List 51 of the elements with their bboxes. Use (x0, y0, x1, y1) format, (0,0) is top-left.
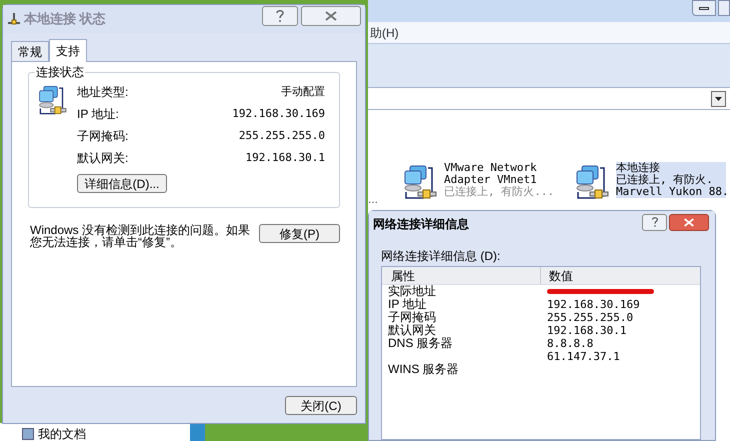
field-label: 默认网关: (77, 150, 128, 167)
table-cell-text: 子网掩码 (387, 311, 437, 324)
help-icon (275, 9, 285, 23)
table-cell-text: 192.168.30.169 (546, 298, 641, 311)
help-button[interactable] (262, 6, 298, 26)
table-cell-text: 255.255.255.0 (546, 311, 634, 324)
table-cell-text: 8.8.8.8 (546, 337, 594, 350)
close-icon (683, 218, 695, 226)
table-cell-text: IP 地址 (387, 298, 428, 311)
field-value: 255.255.255.0 (238, 128, 325, 144)
field-value: 192.168.30.1 (246, 150, 325, 166)
panel-strip (190, 423, 205, 441)
help-icon (650, 216, 658, 228)
dropdown-button[interactable] (711, 90, 726, 106)
table-cell-text: 192.168.30.1 (546, 324, 628, 337)
group-title: 连接状态 (35, 64, 85, 80)
tab[interactable]: 支持 (49, 39, 87, 62)
table-cell-text: WINS 服务器 (387, 363, 460, 376)
field-label: 子网掩码: (77, 128, 128, 145)
column-header[interactable]: 属性 (382, 267, 541, 284)
dialog-title: 本地连接 状态 (24, 10, 107, 28)
task-item[interactable]: 我的文档 (38, 427, 86, 441)
close-button[interactable] (301, 6, 361, 26)
status-message: Windows 没有检测到此连接的问题。如果您无法连接，请单击“修复”。 (30, 224, 252, 248)
repair-button[interactable]: 修复(P) (259, 224, 340, 243)
tab[interactable]: 常规 (11, 41, 49, 61)
document-icon (22, 428, 34, 440)
field-label: 地址类型: (77, 84, 128, 101)
close-button[interactable] (669, 214, 709, 230)
maximize-button[interactable] (718, 0, 730, 16)
connection-item[interactable]: 本地连接 已连接上, 有防火. Marvell Yukon 88. (616, 162, 726, 198)
menu-item[interactable]: 助(H) (370, 24, 399, 42)
close-icon (324, 11, 338, 21)
table-cell-text: 实际地址 (387, 285, 437, 298)
table-cell-text: 61.147.37.1 (546, 350, 621, 363)
help-button[interactable] (642, 214, 667, 230)
table-cell-text: 默认网关 (387, 324, 437, 337)
dialog-title: 网络连接详细信息 (373, 216, 470, 233)
connection-item[interactable]: VMware Network Adapter VMnet1 已连接上, 有防火... (444, 162, 564, 198)
caret-icon (715, 96, 722, 100)
minimize-button[interactable] (692, 0, 716, 16)
truncated-text: ... (368, 191, 380, 208)
table-cell-text: DNS 服务器 (387, 337, 454, 350)
network-icon (7, 13, 21, 25)
details-button[interactable]: 详细信息(D)... (77, 174, 167, 193)
close-dialog-button[interactable]: 关闭(C) (285, 396, 357, 415)
field-value: 192.168.30.169 (232, 106, 325, 122)
field-value: 手动配置 (281, 84, 325, 100)
column-header[interactable]: 数值 (541, 267, 700, 284)
field-label: IP 地址: (77, 106, 119, 123)
list-label: 网络连接详细信息 (D): (381, 249, 502, 263)
